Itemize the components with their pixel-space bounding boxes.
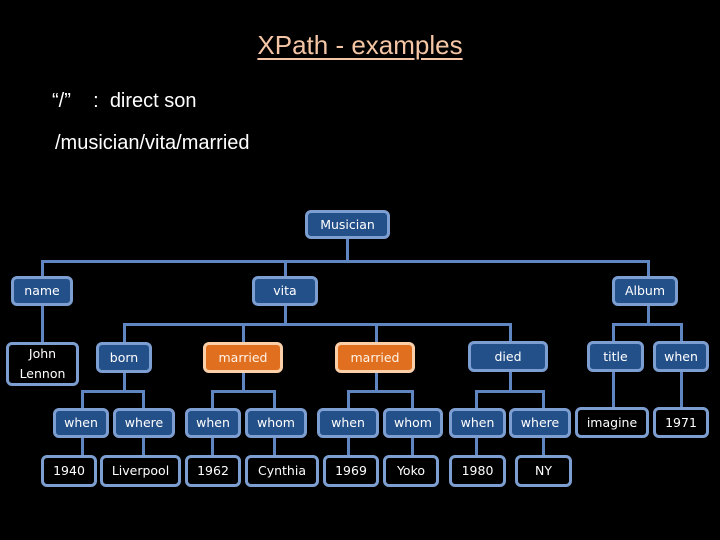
connector [475,437,478,456]
connector [142,437,145,456]
rule-separator: : [93,90,99,112]
node-died[interactable]: died [468,341,548,372]
connector [284,260,287,277]
node-value-ny[interactable]: NY [515,455,572,487]
connector [347,390,414,393]
connector [81,390,145,393]
node-value-1969[interactable]: 1969 [323,455,379,487]
node-musician[interactable]: Musician [305,210,390,239]
connector [347,390,350,409]
node-john-lennon[interactable]: John Lennon [6,342,79,386]
connector [647,305,650,325]
connector [612,323,683,326]
node-born-when[interactable]: when [53,408,109,438]
connector [509,372,512,392]
connector [273,390,276,409]
connector [242,323,245,344]
rule-text: direct son [109,90,197,112]
node-value-1980[interactable]: 1980 [449,455,506,487]
node-value-1940[interactable]: 1940 [41,455,97,487]
node-married-2-when[interactable]: when [317,408,379,438]
connector [123,323,126,344]
example-path: /musician/vita/married [55,132,250,154]
rule-symbol: “/” [52,90,71,112]
connector [475,390,545,393]
connector [542,437,545,456]
name-value: John Lennon [19,346,66,381]
connector [542,390,545,409]
slide-title: XPath - examples [0,30,720,61]
connector [347,437,350,456]
connector [41,260,650,263]
connector [41,305,44,344]
connector [680,372,683,409]
node-album-when[interactable]: when [653,341,709,372]
connector [284,305,287,325]
connector [81,437,84,456]
node-died-when[interactable]: when [449,408,506,438]
connector [612,372,615,409]
connector [211,390,276,393]
connector [647,260,650,277]
connector [211,437,214,456]
node-album-title-value[interactable]: imagine [575,407,649,438]
connector [411,437,414,456]
connector [273,437,276,456]
node-album-when-value[interactable]: 1971 [653,407,709,438]
connector [375,323,378,344]
node-album[interactable]: Album [612,276,678,306]
node-value-cynthia[interactable]: Cynthia [245,455,319,487]
node-born-where[interactable]: where [113,408,175,438]
connector [411,390,414,409]
connector [123,372,126,392]
node-married-2-whom[interactable]: whom [383,408,443,438]
node-name[interactable]: name [11,276,73,306]
node-died-where[interactable]: where [509,408,571,438]
rule-description: “/” : direct son [52,90,197,113]
node-vita[interactable]: vita [252,276,318,306]
connector [123,323,512,326]
connector [346,238,349,262]
connector [142,390,145,409]
node-married-1-when[interactable]: when [185,408,241,438]
connector [211,390,214,409]
node-value-yoko[interactable]: Yoko [383,455,439,487]
connector [242,372,245,392]
connector [41,260,44,277]
connector [81,390,84,409]
node-value-1962[interactable]: 1962 [185,455,241,487]
node-married-2[interactable]: married [335,342,415,373]
node-album-title[interactable]: title [587,341,644,372]
node-married-1-whom[interactable]: whom [245,408,307,438]
connector [375,372,378,392]
connector [475,390,478,409]
slide-title-text: XPath - examples [257,30,463,60]
node-born[interactable]: born [96,342,152,373]
node-value-liverpool[interactable]: Liverpool [100,455,181,487]
node-married-1[interactable]: married [203,342,283,373]
